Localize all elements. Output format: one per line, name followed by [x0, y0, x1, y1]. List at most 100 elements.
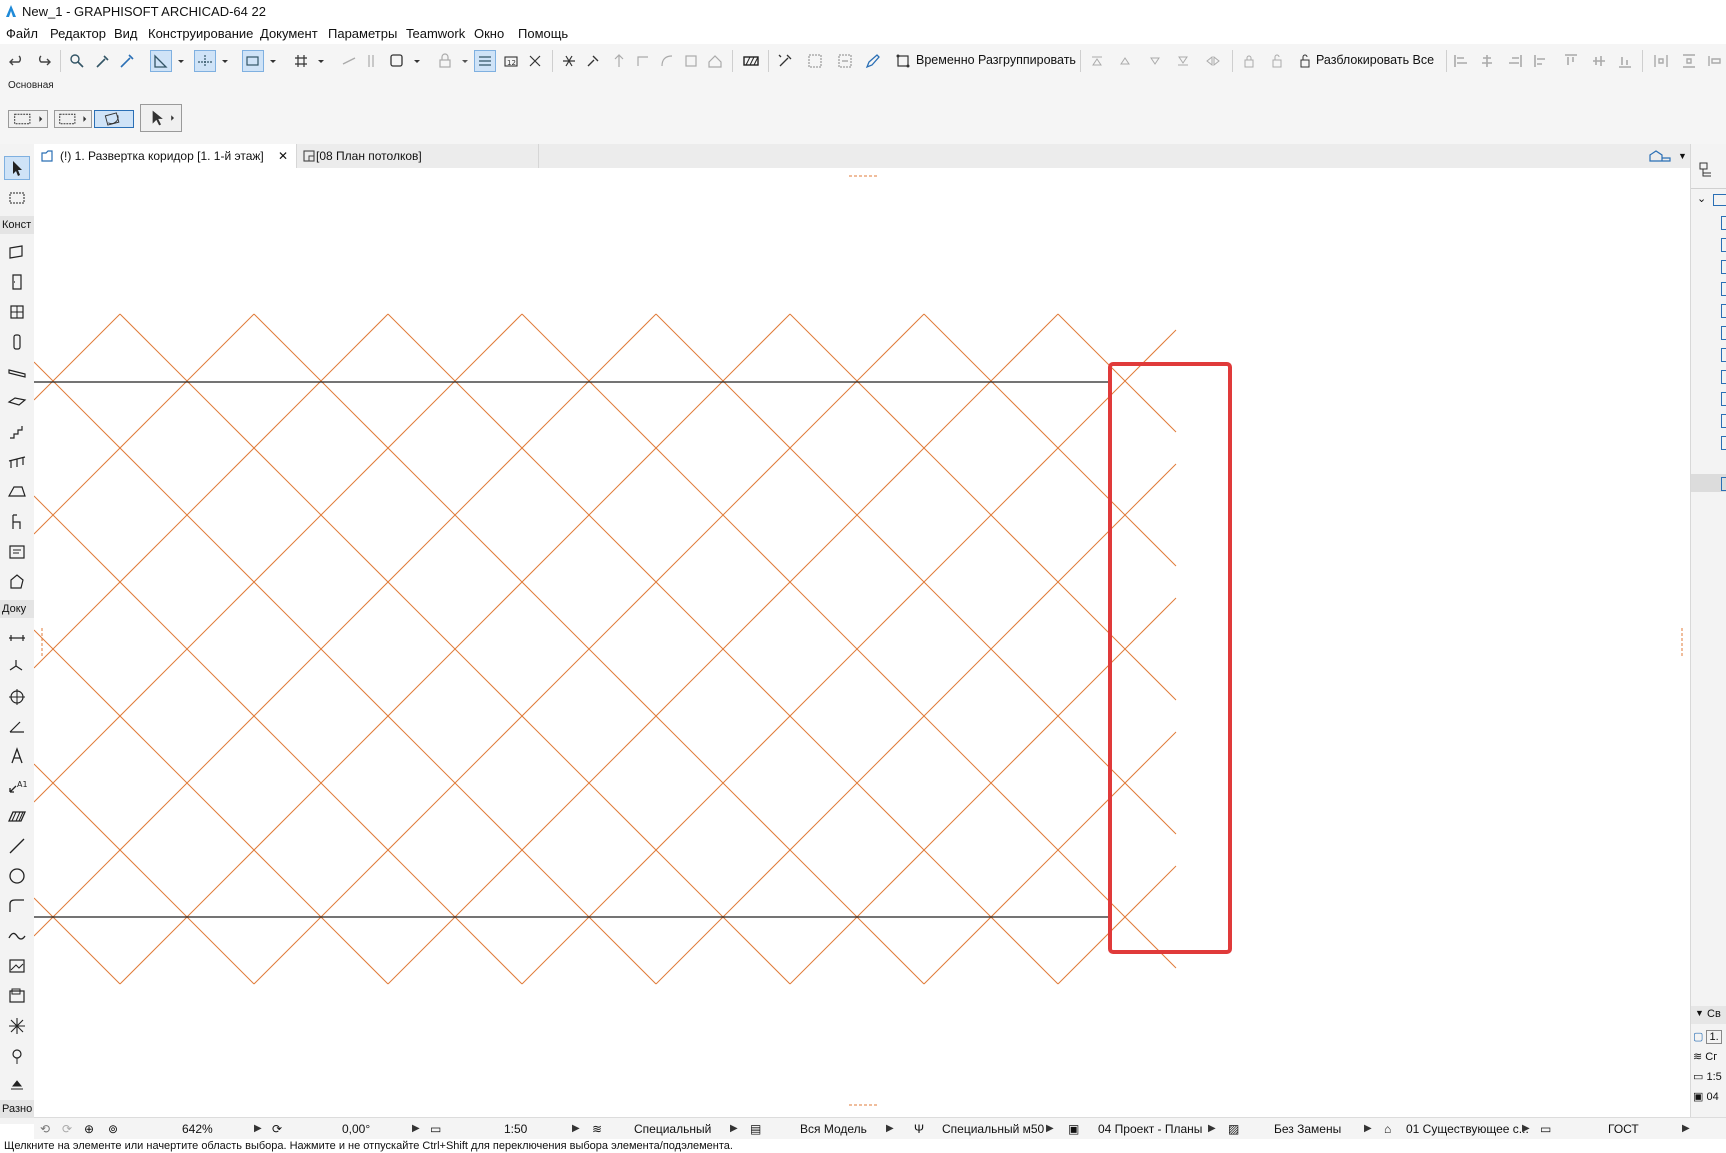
grid-dropdown-chevron-icon[interactable]	[314, 50, 328, 72]
dimension-dropdown-chevron-icon[interactable]: ▶	[1682, 1123, 1690, 1134]
distribute-horizontal-icon[interactable]	[1650, 50, 1672, 72]
drawing-canvas[interactable]	[34, 168, 1690, 1123]
properties-panel-header[interactable]: ▼ Св	[1691, 1006, 1726, 1024]
interior-elevation-drawing[interactable]	[34, 168, 1690, 1123]
inject-parameters-icon[interactable]	[116, 50, 138, 72]
distribute-vertical-icon[interactable]	[1678, 50, 1700, 72]
align-bottom-icon[interactable]	[1614, 50, 1636, 72]
lock-dropdown-chevron-icon[interactable]	[458, 50, 472, 72]
menu-file[interactable]: Файл	[6, 26, 38, 41]
show-dimensions-icon[interactable]: 12	[500, 50, 522, 72]
resize-icon[interactable]	[680, 50, 702, 72]
wall-tool-icon[interactable]	[4, 240, 30, 264]
mesh-tool-icon[interactable]	[4, 570, 30, 594]
dimension-standard-value[interactable]: ГОСТ	[1608, 1122, 1639, 1136]
tree-item-icon[interactable]	[1721, 216, 1726, 230]
snap-points-dropdown-chevron-icon[interactable]	[266, 50, 280, 72]
layer-dropdown-chevron-icon[interactable]: ▶	[730, 1123, 738, 1134]
menu-window[interactable]: Окно	[474, 26, 504, 41]
pick-up-parameters-icon[interactable]	[92, 50, 114, 72]
align-left-icon[interactable]	[1450, 50, 1472, 72]
zoom-level-value[interactable]: 642%	[182, 1122, 213, 1136]
tree-item-icon[interactable]	[1721, 392, 1726, 406]
spline-tool-icon[interactable]	[4, 924, 30, 948]
menu-teamwork[interactable]: Teamwork	[406, 26, 465, 41]
tree-item-selected[interactable]	[1691, 474, 1726, 492]
door-tool-icon[interactable]	[4, 270, 30, 294]
split-icon[interactable]	[558, 50, 580, 72]
adjust-icon[interactable]	[582, 50, 604, 72]
roof-trim-icon[interactable]	[704, 50, 726, 72]
close-tab-icon[interactable]: ✕	[278, 144, 288, 168]
level-dimension-tool-icon[interactable]	[4, 654, 30, 678]
renovation-filter-value[interactable]: 01 Существующее с...	[1406, 1122, 1529, 1136]
dimension-tool-icon[interactable]	[4, 624, 30, 648]
align-right-icon[interactable]	[1504, 50, 1526, 72]
magic-wand-icon[interactable]	[524, 50, 546, 72]
hatch-icon[interactable]	[740, 50, 762, 72]
fillet-icon[interactable]	[656, 50, 678, 72]
align-middle-icon[interactable]	[1588, 50, 1610, 72]
tab-ceiling-plan[interactable]: [08 План потолков]	[298, 144, 539, 168]
more-tools-icon[interactable]	[4, 1072, 30, 1096]
reset-order-icon[interactable]	[1202, 50, 1224, 72]
tab-interior-elevation[interactable]: (!) 1. Развертка коридор [1. 1-й этаж] ✕	[34, 144, 297, 168]
grid-snap-icon[interactable]	[290, 50, 312, 72]
unlock-all-button[interactable]: Разблокировать Все	[1316, 53, 1434, 67]
menu-help[interactable]: Помощь	[518, 26, 568, 41]
hotspot-tool-icon[interactable]	[4, 1044, 30, 1068]
arrow-tool-icon[interactable]	[4, 156, 30, 180]
menu-document[interactable]: Документ	[260, 26, 318, 41]
group-icon[interactable]	[804, 50, 826, 72]
view-setting-value[interactable]: 04 Проект - Планы	[1098, 1122, 1202, 1136]
angle-dimension-tool-icon[interactable]	[4, 714, 30, 738]
tree-item-icon[interactable]	[1721, 304, 1726, 318]
figure-tool-icon[interactable]	[4, 954, 30, 978]
send-backward-icon[interactable]	[1144, 50, 1166, 72]
renovation-dropdown-chevron-icon[interactable]: ▶	[1522, 1123, 1530, 1134]
find-select-icon[interactable]	[66, 50, 88, 72]
model-view-value[interactable]: Вся Модель	[800, 1122, 867, 1136]
menu-editor[interactable]: Редактор	[50, 26, 106, 41]
override-dropdown-chevron-icon[interactable]: ▶	[1364, 1123, 1372, 1134]
tree-item-icon[interactable]	[1721, 414, 1726, 428]
gravity-icon[interactable]	[338, 50, 360, 72]
scale-value[interactable]: 1:50	[504, 1122, 527, 1136]
toolbox-section-construct[interactable]: Конст	[0, 216, 34, 234]
elevate-icon[interactable]	[608, 50, 630, 72]
window-tool-icon[interactable]	[4, 300, 30, 324]
align-center-icon[interactable]	[1476, 50, 1498, 72]
radial-dimension-tool-icon[interactable]	[4, 684, 30, 708]
stair-tool-icon[interactable]	[4, 420, 30, 444]
tree-item-icon[interactable]	[1721, 326, 1726, 340]
project-tree-root-icon[interactable]	[1713, 194, 1726, 206]
view-setting-dropdown-chevron-icon[interactable]: ▶	[1208, 1123, 1216, 1134]
beam-tool-icon[interactable]	[4, 360, 30, 384]
layer-combination-value[interactable]: Специальный	[634, 1122, 711, 1136]
cursor-snap-icon[interactable]	[360, 50, 382, 72]
ungroup-icon[interactable]	[834, 50, 856, 72]
object-tool-icon[interactable]	[4, 510, 30, 534]
suspend-groups-icon[interactable]	[386, 50, 408, 72]
navigator-preview-button[interactable]: ▼	[1644, 144, 1688, 168]
redo-icon[interactable]	[32, 50, 54, 72]
groups-dropdown-chevron-icon[interactable]	[410, 50, 424, 72]
bring-forward-icon[interactable]	[1114, 50, 1136, 72]
snap-dropdown-chevron-icon[interactable]	[218, 50, 232, 72]
model-view-dropdown-chevron-icon[interactable]: ▶	[886, 1123, 894, 1134]
unlock-all-icon[interactable]	[1294, 50, 1316, 72]
zoom-fit-icon[interactable]: ⊚	[108, 1122, 118, 1136]
zoom-previous-icon[interactable]: ⟲	[40, 1122, 50, 1136]
tree-item-icon[interactable]	[1721, 238, 1726, 252]
send-to-back-icon[interactable]	[1172, 50, 1194, 72]
railing-tool-icon[interactable]	[4, 450, 30, 474]
guide-lines-icon[interactable]	[150, 50, 172, 72]
selection-method-button[interactable]	[8, 110, 48, 128]
snap-points-icon[interactable]	[242, 50, 264, 72]
pen-set-value[interactable]: Специальный м50	[942, 1122, 1044, 1136]
suspend-group-icon[interactable]	[892, 50, 914, 72]
marquee-type-button[interactable]	[54, 110, 92, 128]
pen-set-dropdown-chevron-icon[interactable]: ▶	[1046, 1123, 1054, 1134]
polyline-tool-icon[interactable]	[4, 894, 30, 918]
ungroup-temporarily-button[interactable]: Временно Разгруппировать	[916, 53, 1076, 67]
